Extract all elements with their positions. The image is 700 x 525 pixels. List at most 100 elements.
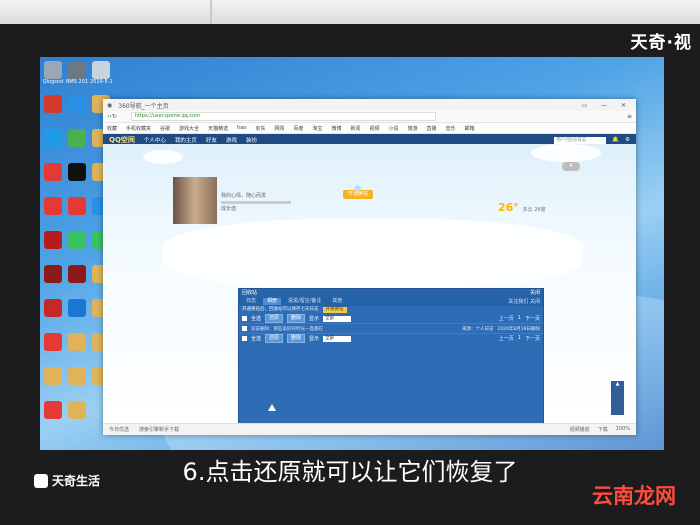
statusbar-item[interactable]: 搜索引擎新手下载	[139, 426, 179, 433]
desktop-icon[interactable]	[42, 95, 64, 113]
mouse-cursor-icon	[268, 404, 276, 411]
desktop-icon[interactable]	[42, 197, 64, 215]
bookmark-item[interactable]: 谷歌	[160, 125, 170, 132]
recycle-tab[interactable]: 其他	[328, 298, 346, 305]
restore-button-bottom[interactable]: 还原	[265, 334, 284, 343]
bell-icon[interactable]: 🔔	[612, 137, 619, 143]
qzone-nav-item[interactable]: 我的主页	[175, 136, 197, 144]
recycle-bin-close-button[interactable]: 关闭	[530, 289, 540, 297]
show-select[interactable]: 全部	[323, 315, 352, 322]
bookmark-item[interactable]: 天猫精选	[208, 125, 228, 132]
select-all-checkbox[interactable]	[242, 316, 247, 321]
app-icon	[68, 197, 86, 215]
desktop-icon[interactable]	[66, 401, 88, 419]
bookmark-item[interactable]: 游戏大全	[179, 125, 199, 132]
desktop-icon[interactable]: 2019-5-13	[90, 61, 112, 85]
bookmark-item[interactable]: hao	[237, 125, 246, 131]
show-label: 显示	[309, 316, 320, 322]
desktop-icon[interactable]	[42, 299, 64, 317]
desktop-icon[interactable]	[66, 129, 88, 147]
bookmark-item[interactable]: 小说	[388, 125, 398, 132]
bookmark-item[interactable]: 网购	[274, 125, 284, 132]
desktop-icon[interactable]	[66, 299, 88, 317]
desktop-icon[interactable]	[66, 163, 88, 181]
desktop-icon[interactable]	[42, 163, 64, 181]
bookmark-item[interactable]: 收藏	[107, 125, 117, 132]
desktop-icon[interactable]	[42, 401, 64, 419]
bookmark-item[interactable]: 手机收藏夹	[126, 125, 151, 132]
app-icon	[44, 333, 62, 351]
desktop-icon[interactable]	[42, 333, 64, 351]
select-all-checkbox-bottom[interactable]	[242, 336, 247, 341]
bookmark-item[interactable]: 视频	[369, 125, 379, 132]
desktop-icon[interactable]	[66, 333, 88, 351]
statusbar-item[interactable]: 视频播放	[570, 426, 590, 433]
message-count-badge[interactable]: 4	[562, 162, 580, 171]
desktop-icon[interactable]	[66, 95, 88, 113]
recycle-bin-titlebar: 回收站 关闭	[239, 289, 543, 297]
avatar[interactable]	[173, 177, 217, 224]
prev-page-link-bottom[interactable]: 上一页	[499, 335, 514, 342]
row-source: 来源：个人日志	[461, 326, 494, 332]
app-icon	[68, 231, 86, 249]
bookmark-item[interactable]: 邮箱	[465, 125, 475, 132]
scroll-top-button[interactable]: ▲	[611, 381, 624, 415]
app-icon	[68, 129, 86, 147]
qzone-search-input[interactable]: 用户/空间/日志	[554, 136, 607, 144]
qzone-nav-item[interactable]: 游戏	[226, 136, 237, 144]
bookmark-item[interactable]: 百度	[293, 125, 303, 132]
desktop-icon[interactable]: BMS 2019...	[66, 61, 88, 85]
recycle-tab[interactable]: 相册	[263, 298, 282, 305]
prev-page-link[interactable]: 上一页	[499, 315, 514, 322]
qzone-nav-item[interactable]: 装扮	[246, 136, 257, 144]
delete-button-bottom[interactable]: 删除	[287, 334, 306, 343]
desktop-icon[interactable]	[66, 197, 88, 215]
next-page-link[interactable]: 下一页	[525, 315, 540, 322]
app-icon	[68, 401, 86, 419]
desktop-icon[interactable]	[42, 129, 64, 147]
qzone-nav-item[interactable]: 个人中心	[144, 136, 166, 144]
desktop-icon[interactable]: Qlogsnd	[42, 61, 64, 85]
url-input[interactable]: https://user.qzone.qq.com	[130, 112, 436, 121]
app-icon	[44, 231, 62, 249]
statusbar-item[interactable]: 100%	[616, 426, 630, 433]
browser-tab-title[interactable]: 360导航_一个主页	[118, 101, 168, 110]
bookmark-item[interactable]: 旅游	[408, 125, 418, 132]
list-item[interactable]: 说说删除：那些美好的时光一直都在 来源：个人日志 2020年8月18日删除	[239, 323, 543, 334]
next-page-link-bottom[interactable]: 下一页	[525, 335, 540, 342]
statusbar-item[interactable]: 今日优选	[109, 426, 129, 433]
refresh-icon[interactable]: ↻	[112, 113, 117, 120]
recycle-bin-title: 回收站	[242, 290, 258, 296]
desktop-icon[interactable]	[42, 367, 64, 385]
desktop-icon[interactable]	[42, 231, 64, 249]
menu-icon[interactable]: ≡	[627, 113, 632, 120]
recycle-tab[interactable]: 说说/留言/备注	[284, 298, 325, 305]
bookmark-item[interactable]: 新闻	[350, 125, 360, 132]
recycle-tabs-right[interactable]: 关注我们 关闭	[508, 298, 540, 305]
row-checkbox[interactable]	[242, 326, 247, 331]
row-text: 说说删除：那些美好的时光一直都在	[251, 326, 323, 332]
bookmark-item[interactable]: 京东	[255, 125, 265, 132]
bookmark-item[interactable]: 音乐	[446, 125, 456, 132]
desktop-icon[interactable]	[66, 231, 88, 249]
restore-button[interactable]: 还原	[265, 314, 284, 323]
recycle-tab[interactable]: 日志	[242, 298, 260, 305]
recycle-bin-tabs: 日志 相册 说说/留言/备注 其他 关注我们 关闭	[239, 297, 543, 306]
profile-mood: 我的心情，随心而发	[221, 193, 267, 199]
bookmark-item[interactable]: 直播	[427, 125, 437, 132]
qzone-nav-right: 用户/空间/日志 🔔 ⚙	[554, 136, 630, 144]
bookmark-item[interactable]: 微博	[331, 125, 341, 132]
gear-icon[interactable]: ⚙	[625, 137, 630, 143]
window-controls[interactable]: ▭ — ✕	[581, 102, 632, 109]
delete-button[interactable]: 删除	[287, 314, 306, 323]
qzone-nav-item[interactable]: 好友	[206, 136, 217, 144]
desktop-icon[interactable]	[42, 265, 64, 283]
tianqi-logo: 天奇生活	[34, 472, 100, 489]
desktop-icon[interactable]	[66, 367, 88, 385]
show-select-bottom[interactable]: 全部	[323, 335, 352, 342]
recycle-notice-button[interactable]: 开通黄钻	[322, 307, 347, 313]
bookmark-item[interactable]: 淘宝	[312, 125, 322, 132]
desktop-icon[interactable]	[66, 265, 88, 283]
cloud-band	[163, 219, 583, 289]
statusbar-item[interactable]: 下载	[598, 426, 608, 433]
